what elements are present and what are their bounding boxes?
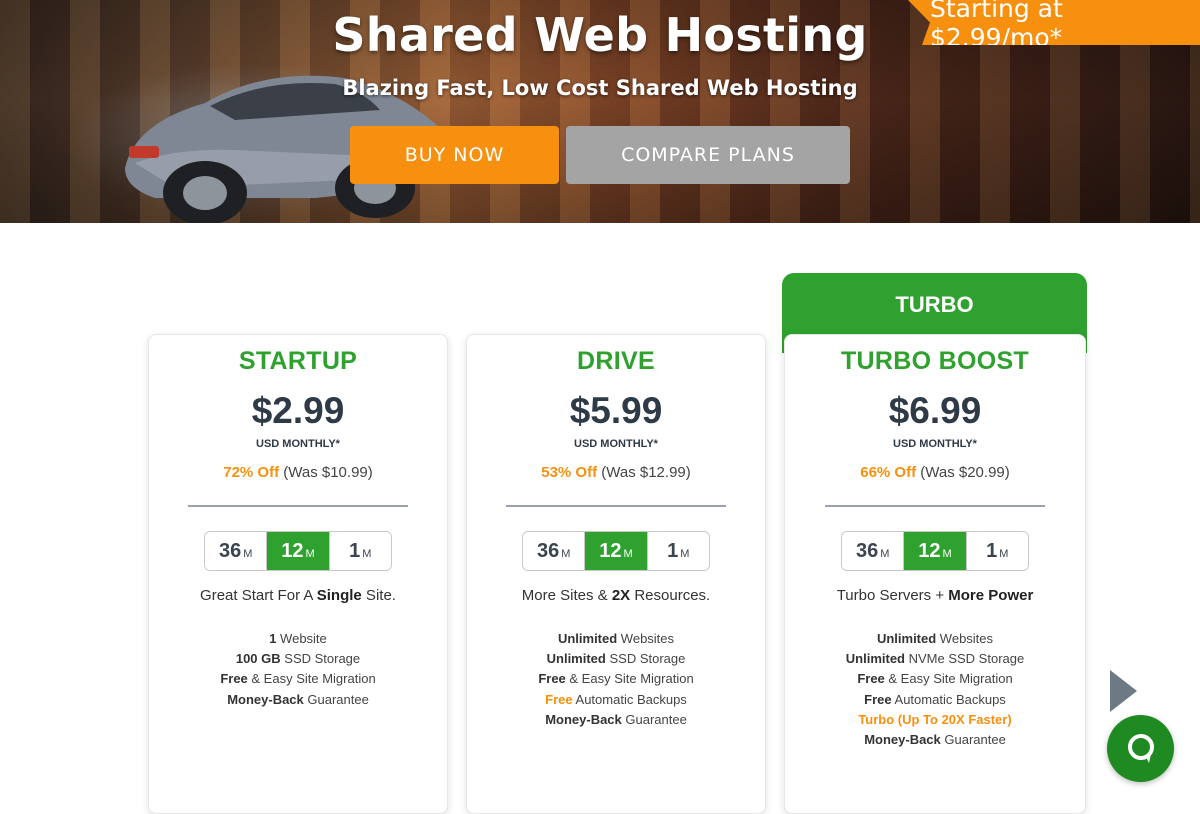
compare-plans-button[interactable]: COMPARE PLANS [566, 126, 850, 184]
plan-period: USD MONTHLY* [256, 438, 340, 450]
feature-item: Unlimited Websites [557, 631, 675, 646]
plan-period: USD MONTHLY* [574, 438, 658, 450]
term-12-month[interactable]: 12 M [266, 532, 329, 570]
feature-item: Money-Back Guarantee [864, 732, 1006, 748]
plan-card-startup: STARTUP $2.99 USD MONTHLY* 72% Off (Was … [148, 334, 448, 814]
plan-name: STARTUP [238, 347, 358, 375]
was-price: (Was $10.99) [283, 464, 373, 481]
plan-card-drive: DRIVE $5.99 USD MONTHLY* 53% Off (Was $1… [466, 334, 766, 814]
feature-item: Free Automatic Backups [864, 691, 1006, 707]
term-1-month[interactable]: 1M [328, 532, 391, 570]
feature-item: 1 Website [269, 631, 327, 646]
feature-list: Unlimited Websites Unlimited NVMe SSD St… [785, 629, 1085, 750]
term-12-month[interactable]: 12 M [903, 532, 966, 570]
chat-bubble-icon [1127, 733, 1154, 763]
term-selector: 36 M 12 M 1M [204, 531, 392, 571]
plan-name: TURBO BOOST [840, 347, 1030, 375]
plan-tagline: Turbo Servers + More Power [836, 587, 1034, 604]
divider [825, 505, 1045, 507]
feature-list: Unlimited Websites Unlimited SSD Storage… [467, 629, 765, 730]
feature-item: Unlimited Websites [876, 631, 994, 646]
feature-item: Unlimited SSD Storage [546, 651, 686, 667]
term-12-month[interactable]: 12 M [584, 532, 647, 570]
plan-period: USD MONTHLY* [893, 438, 977, 450]
feature-item: Free & Easy Site Migration [220, 671, 376, 687]
caret-right-icon[interactable] [1110, 670, 1137, 712]
was-price: (Was $20.99) [920, 464, 1010, 481]
term-selector: 36 M 12 M 1M [841, 531, 1029, 571]
plan-discount: 72% Off (Was $10.99) [149, 464, 447, 481]
term-selector: 36 M 12 M 1M [522, 531, 710, 571]
feature-item: Free & Easy Site Migration [538, 671, 694, 687]
buy-now-button[interactable]: BUY NOW [350, 126, 559, 184]
term-1-month[interactable]: 1M [646, 532, 709, 570]
discount-percent: 66% Off [860, 464, 917, 481]
term-36-month[interactable]: 36 M [205, 532, 267, 570]
chat-bubble-icon[interactable] [1107, 715, 1174, 782]
plan-tagline: More Sites & 2X Resources. [521, 587, 711, 604]
discount-percent: 72% Off [223, 464, 280, 481]
term-36-month[interactable]: 36 M [523, 532, 585, 570]
divider [188, 505, 408, 507]
feature-item: Free & Easy Site Migration [857, 671, 1013, 687]
feature-item: Free Automatic Backups [545, 691, 687, 707]
feature-item: Money-Back Guarantee [545, 711, 687, 727]
plan-discount: 66% Off (Was $20.99) [785, 464, 1085, 481]
plan-name: DRIVE [577, 347, 655, 375]
page-subtitle: Blazing Fast, Low Cost Shared Web Hostin… [342, 76, 858, 100]
divider [506, 505, 726, 507]
starting-price-ribbon: Starting at $2.99/mo* [908, 0, 1200, 45]
feature-item: Money-Back Guarantee [227, 691, 369, 707]
was-price: (Was $12.99) [601, 464, 691, 481]
discount-percent: 53% Off [541, 464, 598, 481]
plan-discount: 53% Off (Was $12.99) [467, 464, 765, 481]
feature-item: Turbo (Up To 20X Faster) [858, 711, 1012, 727]
plan-card-turbo-boost: TURBO BOOST $6.99 USD MONTHLY* 66% Off (… [784, 334, 1086, 814]
plan-price: $6.99 [888, 390, 982, 431]
plan-price: $5.99 [569, 390, 663, 431]
plan-tagline: Great Start For A Single Site. [200, 587, 396, 604]
feature-item: Unlimited NVMe SSD Storage [845, 651, 1025, 667]
feature-item: 100 GB SSD Storage [235, 651, 361, 667]
hero-banner: Shared Web Hosting Blazing Fast, Low Cos… [0, 0, 1200, 223]
feature-list: 1 Website 100 GB SSD Storage Free & Easy… [149, 629, 447, 710]
plan-price: $2.99 [251, 390, 345, 431]
term-36-month[interactable]: 36 M [842, 532, 904, 570]
term-1-month[interactable]: 1M [965, 532, 1028, 570]
